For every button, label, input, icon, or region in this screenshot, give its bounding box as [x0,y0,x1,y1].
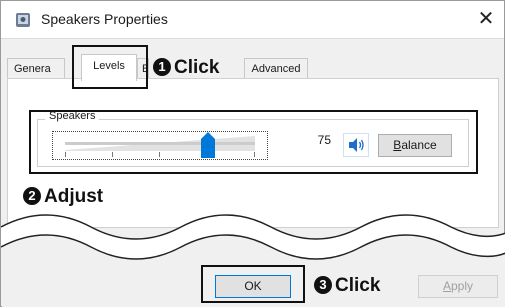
callout-speakers-box [29,110,478,174]
title-bar: Speakers Properties ✕ [1,1,504,39]
callout-step-3: 3 Click [314,275,380,297]
callout-step-2-text: Adjust [44,186,104,207]
callout-step-3-text: Click [335,275,381,296]
apply-label: pply [451,279,474,293]
apply-accesskey: A [442,279,451,293]
step-badge: 3 [314,276,332,294]
torn-edge-divider [1,214,505,260]
callout-ok-box [201,265,305,303]
step-badge: 2 [23,187,41,205]
apply-button[interactable]: Apply [418,275,498,298]
tab-levels[interactable]: Levels [81,54,137,81]
window-title: Speakers Properties [41,11,168,27]
step-badge: 1 [153,58,171,76]
speaker-device-icon [15,12,31,28]
callout-step-1-text: Click [174,57,220,78]
callout-step-2: 2 Adjust [23,186,103,208]
close-button[interactable]: ✕ [474,8,498,32]
speakers-properties-window: Speakers Properties ✕ Genera Levels E Ad… [0,0,505,307]
callout-step-1: 1 Click [153,57,219,79]
